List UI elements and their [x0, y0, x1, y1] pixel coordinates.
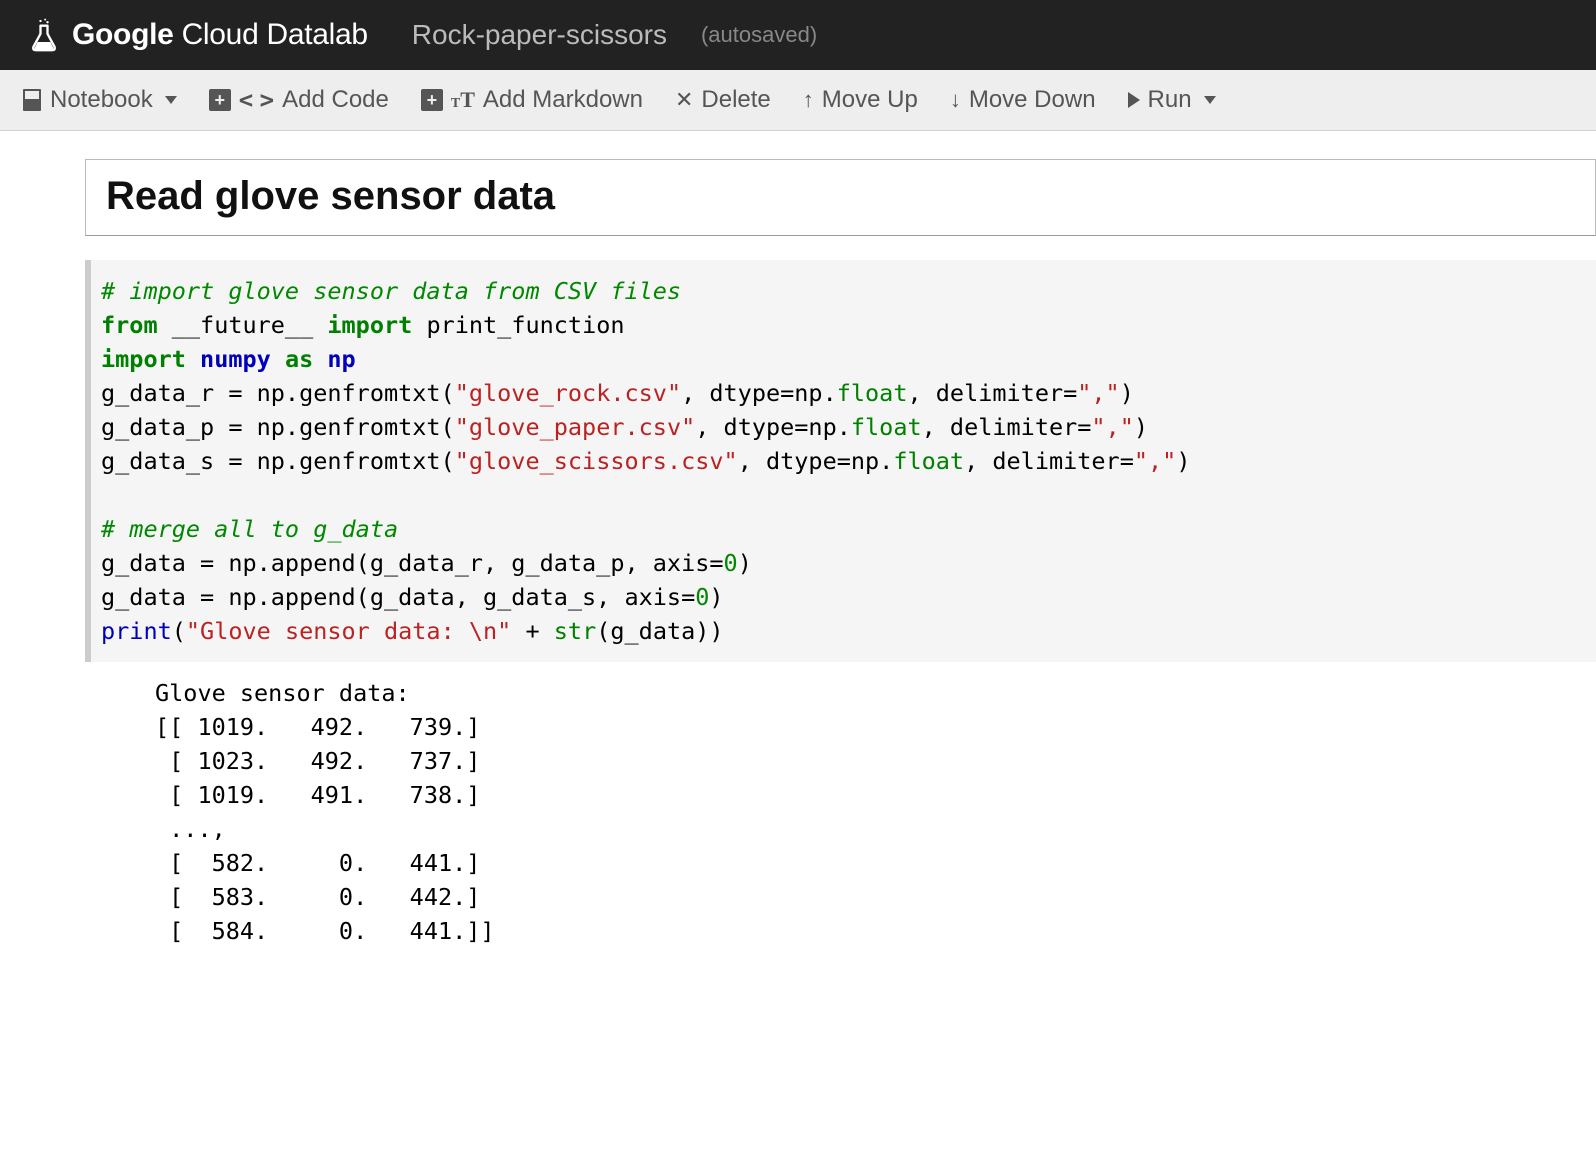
add-code-button[interactable]: + < > Add Code	[209, 86, 389, 114]
run-label: Run	[1148, 86, 1192, 114]
move-down-label: Move Down	[969, 86, 1096, 114]
plus-icon: +	[421, 89, 443, 111]
text-icon: TT	[451, 87, 475, 113]
delete-button[interactable]: ✕ Delete	[675, 86, 771, 114]
add-code-label: Add Code	[282, 86, 389, 114]
add-markdown-label: Add Markdown	[483, 86, 643, 114]
brand-block: Google Cloud Datalab	[30, 18, 368, 52]
move-down-button[interactable]: ↓ Move Down	[950, 86, 1096, 114]
notebook-menu[interactable]: Notebook	[22, 86, 177, 114]
run-button[interactable]: Run	[1128, 86, 1216, 114]
notebook-icon	[22, 88, 42, 112]
move-up-label: Move Up	[822, 86, 918, 114]
arrow-up-icon: ↑	[803, 87, 814, 113]
app-header: Google Cloud Datalab Rock-paper-scissors…	[0, 0, 1596, 70]
add-markdown-button[interactable]: + TT Add Markdown	[421, 86, 643, 114]
code-cell[interactable]: # import glove sensor data from CSV file…	[85, 260, 1596, 662]
cell-heading: Read glove sensor data	[106, 174, 1575, 219]
code-comment: # merge all to g_data	[101, 515, 398, 543]
close-icon: ✕	[675, 87, 693, 113]
plus-icon: +	[209, 89, 231, 111]
delete-label: Delete	[701, 86, 770, 114]
notebook-title[interactable]: Rock-paper-scissors	[412, 19, 667, 51]
toolbar: Notebook + < > Add Code + TT Add Markdow…	[0, 70, 1596, 131]
cell-output: Glove sensor data: [[ 1019. 492. 739.] […	[85, 662, 1596, 948]
move-up-button[interactable]: ↑ Move Up	[803, 86, 918, 114]
chevron-down-icon	[165, 96, 177, 104]
markdown-cell[interactable]: Read glove sensor data	[85, 159, 1596, 236]
chevron-down-icon	[1204, 96, 1216, 104]
autosave-status: (autosaved)	[701, 22, 817, 48]
code-brackets-icon: < >	[239, 86, 270, 114]
code-comment: # import glove sensor data from CSV file…	[101, 277, 681, 305]
brand-text: Google Cloud Datalab	[72, 18, 368, 52]
play-icon	[1128, 92, 1140, 108]
arrow-down-icon: ↓	[950, 87, 961, 113]
datalab-beaker-icon	[30, 18, 58, 52]
notebook-menu-label: Notebook	[50, 86, 153, 114]
notebook-body: Read glove sensor data # import glove se…	[0, 131, 1596, 948]
